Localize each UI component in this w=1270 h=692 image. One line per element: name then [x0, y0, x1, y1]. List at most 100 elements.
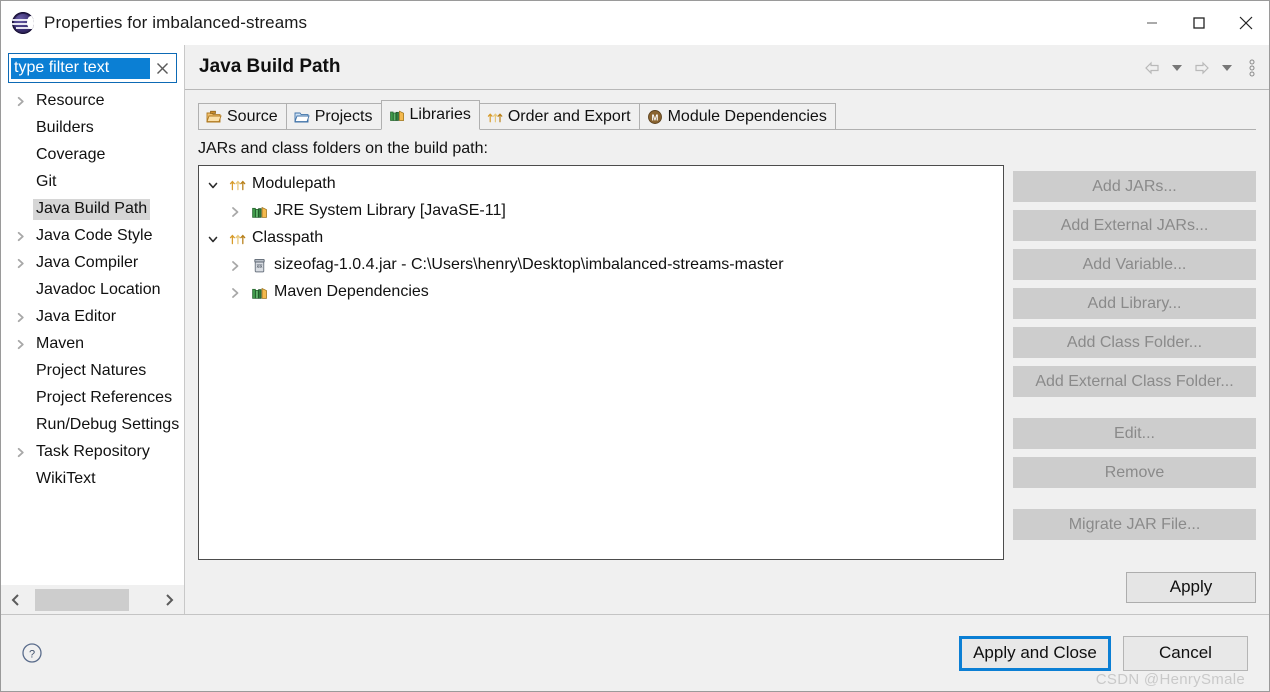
close-icon[interactable]	[1222, 1, 1269, 45]
chevron-right-icon[interactable]	[154, 585, 184, 614]
tab-libraries[interactable]: Libraries	[380, 100, 480, 130]
tab-label: Source	[227, 107, 278, 125]
tab-label: Libraries	[409, 106, 471, 123]
sidebar-item-coverage[interactable]: Coverage	[1, 142, 184, 169]
add-variable-button: Add Variable...	[1013, 249, 1256, 280]
sidebar-item-label: Java Compiler	[36, 254, 139, 271]
svg-text:010: 010	[256, 264, 262, 268]
window-title: Properties for imbalanced-streams	[44, 13, 308, 32]
tab-label: Order and Export	[507, 107, 631, 125]
sidebar-item-label: Resource	[36, 92, 105, 109]
expand-chevron-icon[interactable]	[15, 96, 33, 107]
sidebar-item-java-editor[interactable]: Java Editor	[1, 304, 184, 331]
expand-chevron-icon[interactable]	[15, 258, 33, 269]
content-split: Modulepath JRE System Library [JavaSE-11]…	[185, 165, 1269, 560]
back-arrow-icon[interactable]	[1143, 57, 1161, 79]
sidebar-item-project-natures[interactable]: Project Natures	[1, 358, 184, 385]
scrollbar-track[interactable]	[31, 585, 154, 614]
sidebar-item-javadoc-location[interactable]: Javadoc Location	[1, 277, 184, 304]
tab-label: Module Dependencies	[667, 107, 827, 125]
classpath-tree-row[interactable]: Classpath	[199, 225, 1003, 252]
filter-field-wrapper[interactable]: type filter text	[8, 53, 177, 83]
back-dropdown-icon[interactable]	[1168, 57, 1186, 79]
clear-icon[interactable]	[150, 55, 174, 81]
page-title: Java Build Path	[199, 56, 341, 77]
expand-chevron-icon[interactable]	[15, 231, 33, 242]
sidebar-item-run-debug-settings[interactable]: Run/Debug Settings	[1, 412, 184, 439]
sidebar-item-label: WikiText	[36, 470, 96, 487]
expand-chevron-icon[interactable]	[15, 447, 33, 458]
tab-module-dependencies[interactable]: M Module Dependencies	[638, 103, 836, 130]
sidebar-item-label: Java Editor	[36, 308, 117, 325]
add-library-button: Add Library...	[1013, 288, 1256, 319]
collapse-chevron-icon[interactable]	[207, 179, 229, 191]
sidebar-item-project-references[interactable]: Project References	[1, 385, 184, 412]
sidebar-item-task-repository[interactable]: Task Repository	[1, 439, 184, 466]
sidebar-item-java-code-style[interactable]: Java Code Style	[1, 223, 184, 250]
apply-and-close-button[interactable]: Apply and Close	[959, 635, 1111, 671]
sidebar-item-java-compiler[interactable]: Java Compiler	[1, 250, 184, 277]
expand-chevron-icon[interactable]	[229, 206, 251, 218]
cancel-button[interactable]: Cancel	[1123, 635, 1248, 671]
expand-chevron-icon[interactable]	[15, 339, 33, 350]
tab-projects[interactable]: Projects	[285, 103, 382, 130]
libraries-books-icon	[389, 110, 404, 121]
expand-chevron-icon[interactable]	[229, 287, 251, 299]
help-question-icon[interactable]: ?	[21, 642, 43, 664]
settings-page-tree[interactable]: Resource Builders Coverage Git Java Build Pa…	[1, 86, 184, 584]
expand-chevron-icon[interactable]	[229, 260, 251, 272]
sidebar-item-git[interactable]: Git	[1, 169, 184, 196]
sidebar-item-builders[interactable]: Builders	[1, 115, 184, 142]
classpath-tree-row[interactable]: 010 sizeofag-1.0.4.jar - C:\Users\henry\D…	[199, 252, 1003, 279]
scrollbar-thumb[interactable]	[35, 589, 129, 611]
tab-source[interactable]: Source	[198, 103, 287, 130]
edit-button: Edit...	[1013, 418, 1256, 449]
sidebar-item-label: Run/Debug Settings	[36, 416, 180, 433]
classpath-tree-row[interactable]: Modulepath	[199, 171, 1003, 198]
sidebar-item-maven[interactable]: Maven	[1, 331, 184, 358]
open-folder-icon	[294, 112, 310, 122]
classpath-entry-label: sizeofag-1.0.4.jar - C:\Users\henry\Desk…	[274, 256, 784, 273]
build-path-tabs[interactable]: Source Projects Libraries Order and Export M…	[185, 99, 1269, 130]
collapse-chevron-icon[interactable]	[207, 233, 229, 245]
classpath-entry-label: JRE System Library [JavaSE-11]	[274, 202, 506, 219]
sidebar-item-label: Project References	[36, 389, 173, 406]
sidebar-item-label: Builders	[36, 119, 94, 136]
window-controls	[1128, 1, 1269, 45]
chevron-left-icon[interactable]	[1, 585, 31, 614]
classpath-entry-label: Classpath	[252, 229, 324, 246]
maximize-icon[interactable]	[1175, 1, 1222, 45]
tab-order-and-export[interactable]: Order and Export	[478, 103, 640, 130]
sidebar-item-label: Git	[36, 173, 57, 190]
add-external-jars-button: Add External JARs...	[1013, 210, 1256, 241]
header-toolbar	[1143, 45, 1261, 90]
forward-dropdown-icon[interactable]	[1218, 57, 1236, 79]
dialog-footer: ? Apply and Close Cancel CSDN @HenrySmal…	[1, 614, 1269, 691]
sidebar-item-wikitext[interactable]: WikiText	[1, 466, 184, 493]
sidebar-item-label: Coverage	[36, 146, 106, 163]
sidebar-item-label: Java Code Style	[36, 227, 153, 244]
libraries-books-icon	[252, 287, 267, 299]
module-dependencies-icon: M	[647, 109, 662, 124]
view-menu-icon[interactable]	[1243, 57, 1261, 79]
properties-dialog: Properties for imbalanced-streams type f…	[0, 0, 1270, 692]
apply-button[interactable]: Apply	[1126, 571, 1256, 603]
sidebar-item-java-build-path[interactable]: Java Build Path	[1, 196, 184, 223]
filter-input[interactable]: type filter text	[11, 57, 150, 79]
order-arrows-icon	[229, 180, 246, 191]
add-class-folder-button: Add Class Folder...	[1013, 327, 1256, 358]
forward-arrow-icon[interactable]	[1193, 57, 1211, 79]
list-caption: JARs and class folders on the build path…	[198, 140, 488, 157]
svg-text:?: ?	[29, 649, 35, 661]
classpath-action-buttons: Add JARs... Add External JARs... Add Varia…	[1013, 165, 1256, 560]
sidebar-item-resource[interactable]: Resource	[1, 88, 184, 115]
source-folder-icon	[206, 110, 222, 122]
sidebar-horizontal-scrollbar[interactable]	[1, 584, 184, 614]
classpath-tree[interactable]: Modulepath JRE System Library [JavaSE-11]…	[198, 165, 1004, 560]
classpath-tree-row[interactable]: Maven Dependencies	[199, 279, 1003, 306]
minimize-icon[interactable]	[1128, 1, 1175, 45]
expand-chevron-icon[interactable]	[15, 312, 33, 323]
classpath-tree-row[interactable]: JRE System Library [JavaSE-11]	[199, 198, 1003, 225]
classpath-entry-label: Modulepath	[252, 175, 336, 192]
eclipse-logo-icon	[12, 12, 34, 34]
